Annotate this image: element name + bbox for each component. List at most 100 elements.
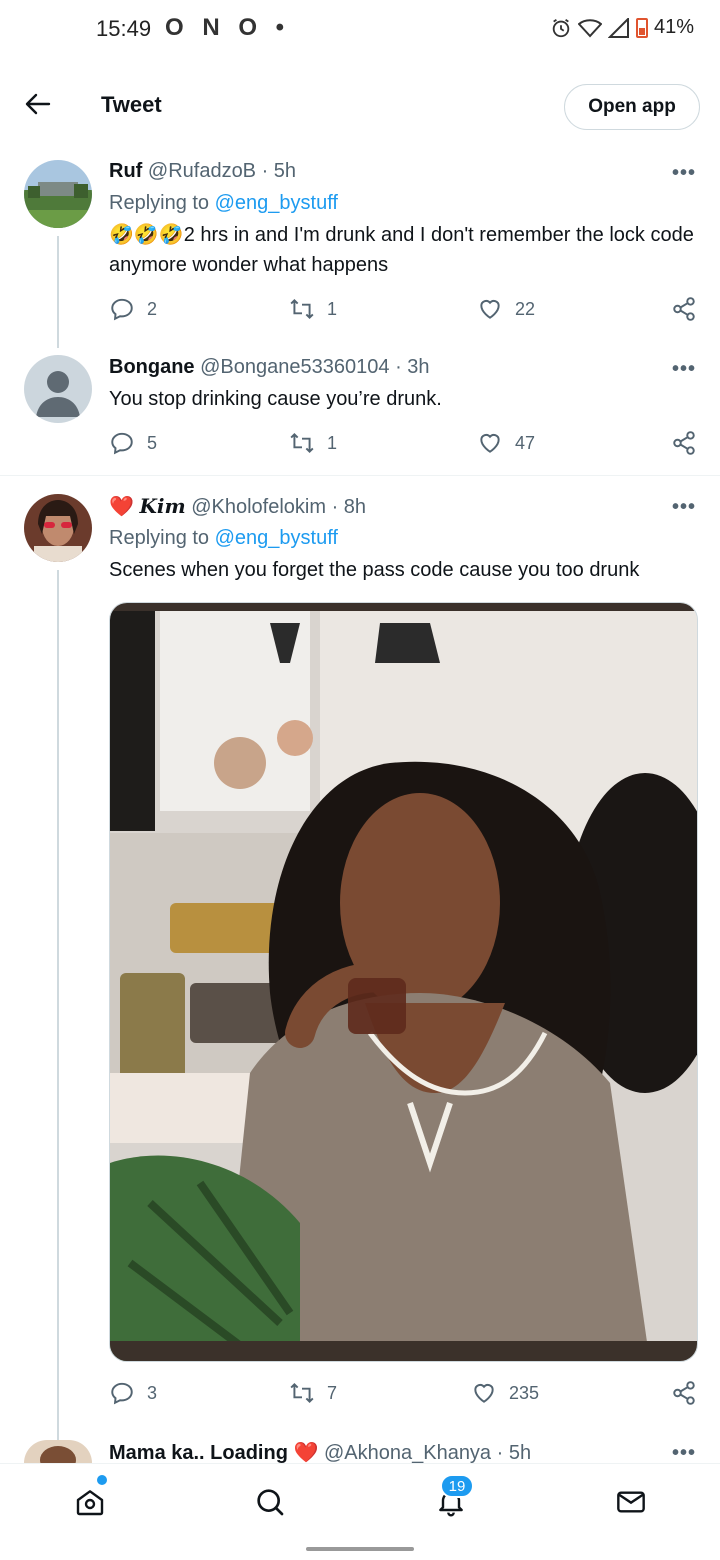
share-icon [673, 431, 695, 455]
open-app-button[interactable]: Open app [564, 84, 700, 130]
retweet-icon [290, 1382, 314, 1404]
notification-icons: O N O • [165, 14, 291, 41]
share-button[interactable] [671, 296, 697, 322]
reply-button[interactable]: 2 [109, 296, 157, 322]
tweet-media-image[interactable] [109, 602, 698, 1362]
tweet-actions: 2 1 22 [109, 296, 699, 326]
search-icon [257, 1489, 284, 1516]
page-title: Tweet [101, 92, 162, 117]
more-options-button[interactable]: ••• [672, 1442, 696, 1465]
reply-button[interactable]: 5 [109, 430, 157, 456]
like-button[interactable]: 22 [477, 296, 535, 322]
retweet-count: 1 [327, 432, 338, 453]
thread-line [57, 236, 59, 348]
avatar[interactable] [24, 494, 92, 562]
name-heart-emoji: ❤️ [109, 496, 134, 518]
display-name[interactable]: Mama ka.. Loading [109, 1442, 288, 1464]
tweet-header: Mama ka.. Loading ❤️ @Akhona_Khanya · 5h [109, 1440, 531, 1465]
replying-to: Replying to @eng_bystuff [109, 527, 338, 550]
name-heart-emoji: ❤️ [293, 1442, 319, 1464]
replying-prefix: Replying to [109, 527, 215, 549]
user-handle[interactable]: @Bongane53360104 [200, 356, 389, 378]
like-button[interactable]: 235 [471, 1380, 539, 1406]
back-button[interactable] [18, 84, 58, 124]
user-handle[interactable]: @RufadzoB [148, 160, 256, 182]
user-handle[interactable]: @Akhona_Khanya [324, 1442, 491, 1464]
avatar-portrait-image [24, 494, 92, 562]
home-icon [76, 1490, 104, 1516]
signal-icon [607, 17, 629, 38]
more-options-button[interactable]: ••• [672, 358, 696, 381]
replying-to: Replying to @eng_bystuff [109, 192, 338, 215]
avatar-portrait-image [24, 1440, 92, 1463]
tweet-time: · 5h [496, 1442, 532, 1464]
media-photo [110, 603, 697, 1361]
retweet-icon [290, 432, 314, 454]
tweet-time: · 5h [261, 160, 297, 182]
retweet-button[interactable]: 7 [289, 1380, 337, 1406]
top-bar: Tweet Open app [0, 70, 720, 142]
avatar-landscape-image [24, 160, 92, 228]
share-button[interactable] [671, 1380, 697, 1406]
tweet-text: You stop drinking cause you’re drunk. [109, 388, 442, 410]
status-time: 15:49 [96, 16, 152, 41]
tweet-text: Scenes when you forget the pass code cau… [109, 559, 640, 581]
reply-icon [111, 1382, 133, 1405]
retweet-button[interactable]: 1 [289, 430, 337, 456]
retweet-icon [290, 298, 314, 320]
nav-search[interactable] [248, 1480, 292, 1524]
mention-link[interactable]: @eng_bystuff [215, 527, 338, 549]
home-unread-dot [97, 1475, 107, 1485]
display-name[interactable]: Ruf [109, 160, 142, 182]
display-name[interactable]: Kim [139, 494, 185, 518]
alarm-icon [552, 18, 570, 37]
share-icon [673, 297, 695, 321]
retweet-button[interactable]: 1 [289, 296, 337, 322]
share-icon [673, 1381, 695, 1405]
retweet-count: 7 [327, 1382, 338, 1403]
reply-count: 3 [147, 1382, 158, 1403]
more-options-button[interactable]: ••• [672, 496, 696, 519]
tweet-time: · 8h [331, 496, 367, 518]
nav-messages[interactable] [609, 1480, 653, 1524]
like-count: 47 [515, 432, 536, 453]
reply-count: 2 [147, 298, 158, 319]
reply-icon [111, 298, 133, 321]
heart-icon [480, 433, 500, 453]
heart-icon [480, 299, 500, 319]
user-handle[interactable]: @Kholofelokim [191, 496, 326, 518]
like-count: 22 [515, 298, 536, 319]
thread-line [57, 570, 59, 1463]
status-bar: 15:49 O N O • 41% [0, 0, 720, 60]
gesture-handle[interactable] [306, 1547, 414, 1551]
tweet-header: Bongane @Bongane53360104 · 3h [109, 356, 430, 379]
like-count: 235 [509, 1382, 540, 1403]
replying-prefix: Replying to [109, 192, 215, 214]
display-name[interactable]: Bongane [109, 356, 195, 378]
avatar-default[interactable] [24, 355, 92, 423]
tweet-actions: 3 7 235 [109, 1380, 699, 1410]
share-button[interactable] [671, 430, 697, 456]
reply-button[interactable]: 3 [109, 1380, 157, 1406]
tweet-text: 🤣🤣🤣2 hrs in and I'm drunk and I don't re… [109, 224, 694, 276]
heart-icon [474, 1383, 494, 1403]
like-button[interactable]: 47 [477, 430, 535, 456]
avatar[interactable] [24, 1440, 92, 1463]
mail-icon [617, 1491, 645, 1513]
avatar[interactable] [24, 160, 92, 228]
tweet-header: ❤️ Kim @Kholofelokim · 8h [109, 494, 366, 519]
bottom-navigation [0, 1463, 720, 1535]
more-options-button[interactable]: ••• [672, 162, 696, 185]
default-profile-icon [24, 355, 92, 423]
reply-count: 5 [147, 432, 158, 453]
wifi-icon [577, 18, 602, 37]
battery-icon [635, 17, 648, 38]
battery-percent: 41% [653, 16, 694, 38]
back-arrow-icon [25, 93, 51, 115]
retweet-count: 1 [327, 298, 338, 319]
section-divider [0, 475, 720, 476]
nav-home[interactable] [68, 1480, 112, 1524]
tweet-header: Ruf @RufadzoB · 5h [109, 160, 296, 183]
mention-link[interactable]: @eng_bystuff [215, 192, 338, 214]
notification-badge: 19 [440, 1474, 474, 1498]
